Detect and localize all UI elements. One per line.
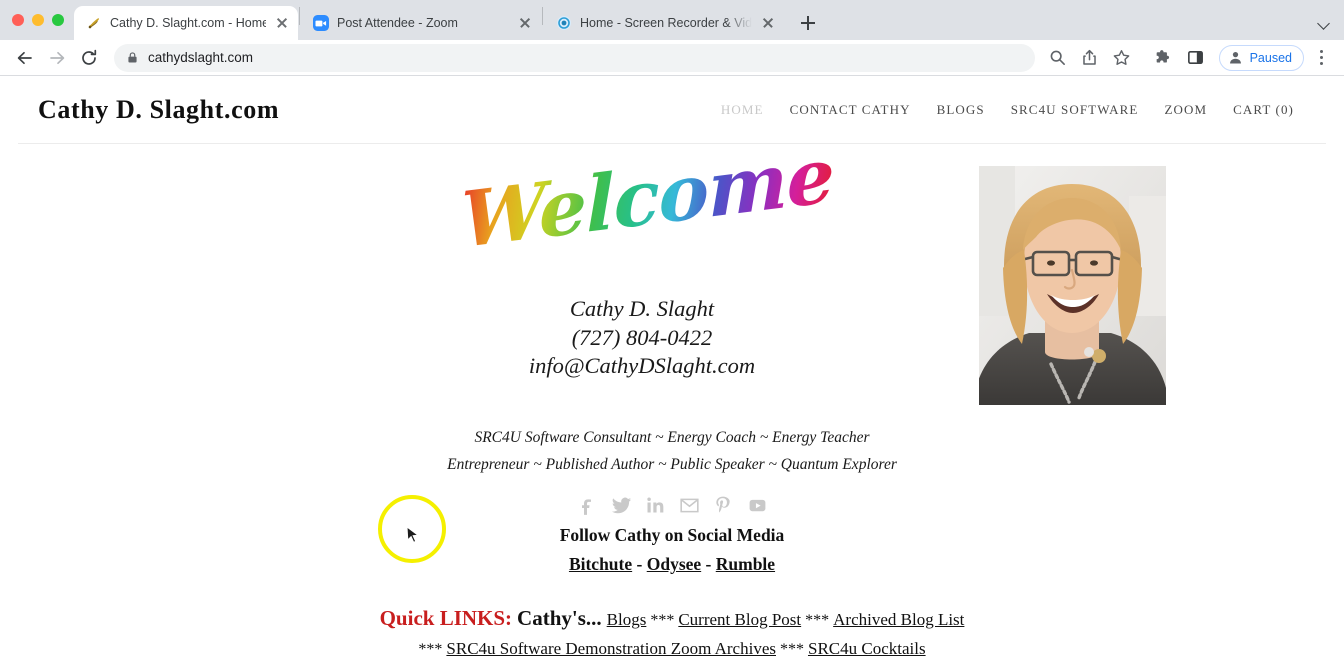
reload-button[interactable] — [74, 43, 104, 73]
browser-tab-screen-recorder[interactable]: Home - Screen Recorder & Vid — [544, 6, 784, 40]
extensions-puzzle-icon[interactable] — [1149, 43, 1179, 73]
nav-item-home[interactable]: HOME — [721, 102, 764, 118]
tab-divider — [299, 7, 300, 25]
youtube-icon[interactable] — [746, 494, 768, 516]
email-icon[interactable] — [678, 494, 700, 516]
tab-title: Home - Screen Recorder & Vid — [580, 16, 752, 30]
link-bitchute[interactable]: Bitchute — [569, 554, 632, 574]
nav-item-cart[interactable]: CART (0) — [1233, 102, 1294, 118]
window-controls — [8, 0, 74, 40]
follow-heading: Follow Cathy on Social Media — [559, 525, 785, 546]
link-current-blog-post[interactable]: Current Blog Post — [678, 610, 801, 629]
forward-button[interactable] — [42, 43, 72, 73]
tagline-2: Entrepreneur ~ Published Author ~ Public… — [447, 455, 897, 473]
nav-item-blogs[interactable]: BLOGS — [937, 102, 985, 118]
lock-icon — [126, 51, 139, 64]
tab-divider — [542, 7, 543, 25]
zoom-favicon — [313, 15, 329, 31]
profile-status-pill[interactable]: Paused — [1218, 44, 1304, 71]
linkedin-icon[interactable] — [644, 494, 666, 516]
profile-avatar-icon — [1227, 49, 1244, 66]
tab-strip: Cathy D. Slaght.com - Home Post Attendee… — [0, 0, 1344, 40]
link-separator-1: - — [632, 554, 647, 575]
close-tab-button[interactable] — [760, 15, 776, 31]
phone-number: (727) 804-0422 — [571, 324, 713, 350]
stars-1: *** — [646, 612, 679, 630]
quick-links-line-2: *** SRC4u Software Demonstration Zoom Ar… — [0, 636, 1344, 657]
close-tab-button[interactable] — [274, 15, 290, 31]
browser-tab-cathy[interactable]: Cathy D. Slaght.com - Home — [74, 6, 298, 40]
profile-status-label: Paused — [1249, 50, 1292, 65]
close-tab-button[interactable] — [517, 15, 533, 31]
link-blogs[interactable]: Blogs — [607, 610, 647, 629]
email-address: info@CathyDSlaght.com — [528, 353, 756, 379]
nav-item-zoom[interactable]: ZOOM — [1164, 102, 1207, 118]
link-odysee[interactable]: Odysee — [647, 554, 701, 574]
new-tab-button[interactable] — [794, 9, 822, 37]
taglines: SRC4U Software Consultant ~ Energy Coach… — [0, 425, 1344, 478]
side-panel-icon[interactable] — [1181, 43, 1211, 73]
stars-4: *** — [775, 640, 808, 657]
browser-window: Cathy D. Slaght.com - Home Post Attendee… — [0, 0, 1344, 658]
page-content: Welcome Cathy D. Slaght (727) 804-0422 i… — [0, 130, 1344, 657]
link-archived-blog-list[interactable]: Archived Blog List — [833, 610, 964, 629]
address-bar[interactable]: cathydslaght.com — [114, 43, 1035, 72]
stars-2: *** — [801, 612, 834, 630]
bookmark-star-icon[interactable] — [1107, 43, 1137, 73]
link-src4u-demo-zoom-archives[interactable]: SRC4u Software Demonstration Zoom Archiv… — [446, 639, 776, 657]
link-separator-2: - — [701, 554, 716, 575]
quick-links-line-1: Quick LINKS: Cathy's... Blogs *** Curren… — [0, 602, 1344, 636]
contact-block: Cathy D. Slaght (727) 804-0422 info@Cath… — [442, 295, 842, 381]
hero-section: Welcome Cathy D. Slaght (727) 804-0422 i… — [142, 130, 1202, 415]
social-icon-row — [0, 494, 1344, 516]
pinterest-icon[interactable] — [712, 494, 734, 516]
share-icon[interactable] — [1075, 43, 1105, 73]
tab-title: Post Attendee - Zoom — [337, 16, 458, 30]
facebook-icon[interactable] — [576, 494, 598, 516]
nav-item-contact-cathy[interactable]: CONTACT CATHY — [790, 102, 911, 118]
page-viewport: Cathy D. Slaght.com HOME CONTACT CATHY B… — [0, 76, 1344, 657]
close-window-button[interactable] — [12, 14, 24, 26]
tagline-1: SRC4U Software Consultant ~ Energy Coach… — [474, 429, 870, 446]
stars-3: *** — [418, 640, 447, 657]
quick-links-label: Quick LINKS: — [379, 606, 513, 631]
cathy-favicon — [86, 15, 102, 31]
link-rumble[interactable]: Rumble — [716, 554, 775, 574]
browser-toolbar: cathydslaght.com Paused — [0, 40, 1344, 76]
tab-title: Cathy D. Slaght.com - Home — [110, 16, 266, 30]
cathys-label: Cathy's... — [517, 606, 602, 631]
welcome-graphic: Welcome — [460, 130, 835, 265]
welcome-word: Welcome — [460, 129, 835, 266]
url-text: cathydslaght.com — [148, 50, 254, 65]
site-header: Cathy D. Slaght.com HOME CONTACT CATHY B… — [0, 76, 1344, 143]
site-navigation: HOME CONTACT CATHY BLOGS SRC4U SOFTWARE … — [721, 102, 1304, 118]
portrait-photo — [979, 166, 1166, 405]
owner-name: Cathy D. Slaght — [569, 296, 715, 321]
maximize-window-button[interactable] — [52, 14, 64, 26]
back-button[interactable] — [10, 43, 40, 73]
twitter-icon[interactable] — [610, 494, 632, 516]
browser-tab-zoom[interactable]: Post Attendee - Zoom — [301, 6, 541, 40]
site-logo-title[interactable]: Cathy D. Slaght.com — [38, 95, 279, 125]
quick-links-section: Quick LINKS: Cathy's... Blogs *** Curren… — [0, 602, 1344, 657]
follow-links-row: Bitchute - Odysee - Rumble — [0, 554, 1344, 575]
screenrec-favicon — [556, 15, 572, 31]
search-tabs-icon[interactable] — [1043, 43, 1073, 73]
link-src4u-cocktails[interactable]: SRC4u Cocktails — [808, 639, 926, 657]
tab-search-chevron-down-icon[interactable] — [1319, 18, 1330, 29]
nav-item-src4u-software[interactable]: SRC4U SOFTWARE — [1011, 102, 1139, 118]
chrome-menu-button[interactable] — [1308, 43, 1334, 73]
minimize-window-button[interactable] — [32, 14, 44, 26]
